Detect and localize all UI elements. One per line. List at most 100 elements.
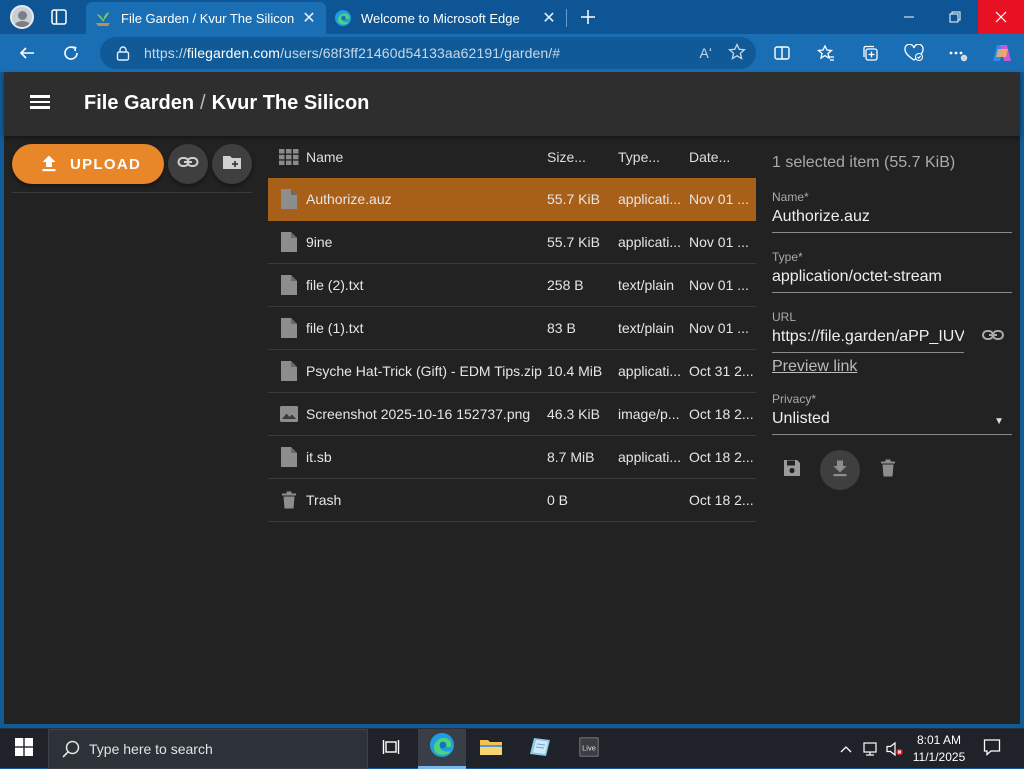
tab-actions-icon[interactable] bbox=[50, 8, 68, 26]
close-icon[interactable]: ✕ bbox=[296, 5, 322, 31]
tab-welcome-edge[interactable]: Welcome to Microsoft Edge ✕ bbox=[326, 2, 566, 34]
start-button[interactable] bbox=[0, 729, 48, 769]
breadcrumb-user[interactable]: Kvur The Silicon bbox=[212, 92, 370, 114]
table-row[interactable]: Psyche Hat-Trick (Gift) - EDM Tips.zip 10… bbox=[268, 350, 756, 393]
taskbar-clock[interactable]: 8:01 AM 11/1/2025 bbox=[906, 732, 972, 766]
volume-muted-icon[interactable] bbox=[884, 729, 906, 769]
edge-favicon-icon bbox=[334, 9, 352, 27]
taskbar-edge[interactable] bbox=[418, 729, 466, 769]
notebook-icon bbox=[528, 736, 552, 763]
favorite-star-icon[interactable] bbox=[728, 42, 746, 64]
collections-icon[interactable] bbox=[848, 38, 892, 68]
taskbar-notes-app[interactable] bbox=[516, 729, 564, 769]
file-date: Nov 01 ... bbox=[689, 277, 749, 293]
menu-icon[interactable] bbox=[28, 92, 52, 116]
file-type: applicati... bbox=[618, 191, 682, 207]
tab-file-garden[interactable]: File Garden / Kvur The Silicon ✕ bbox=[86, 2, 326, 34]
file-date: Oct 18 2... bbox=[689, 492, 754, 508]
file-name: Screenshot 2025-10-16 152737.png bbox=[306, 406, 531, 422]
favorites-icon[interactable] bbox=[804, 38, 848, 68]
trash-icon bbox=[880, 459, 896, 482]
taskbar-live-app[interactable]: Live bbox=[565, 729, 613, 769]
folder-icon bbox=[479, 737, 503, 762]
taskbar-file-explorer[interactable] bbox=[467, 729, 515, 769]
file-name: Trash bbox=[306, 492, 342, 508]
privacy-field-value[interactable]: Unlisted bbox=[772, 410, 1012, 435]
table-row[interactable]: file (2).txt 258 B text/plain Nov 01 ... bbox=[268, 264, 756, 307]
dropdown-arrow-icon[interactable]: ▼ bbox=[994, 416, 1004, 427]
new-tab-button[interactable] bbox=[574, 4, 602, 30]
column-header-size[interactable]: Size... bbox=[547, 149, 618, 165]
close-icon[interactable]: ✕ bbox=[536, 5, 562, 31]
name-field-value[interactable]: Authorize.auz bbox=[772, 208, 1012, 233]
task-view-button[interactable] bbox=[368, 729, 416, 769]
table-row[interactable]: 9ine 55.7 KiB applicati... Nov 01 ... bbox=[268, 221, 756, 264]
taskbar: Type here to search Live 8:01 AM 11/1/20… bbox=[0, 728, 1024, 769]
file-type: applicati... bbox=[618, 363, 682, 379]
notifications-button[interactable] bbox=[978, 729, 1006, 769]
copilot-icon[interactable] bbox=[980, 38, 1024, 68]
more-options-icon[interactable]: ↑ bbox=[936, 38, 980, 68]
file-icon bbox=[268, 447, 306, 467]
column-header-date[interactable]: Date... bbox=[689, 149, 756, 165]
refresh-button[interactable] bbox=[56, 38, 86, 68]
file-name: it.sb bbox=[306, 449, 332, 465]
preview-link[interactable]: Preview link bbox=[772, 358, 857, 376]
taskbar-search[interactable]: Type here to search bbox=[48, 729, 368, 769]
table-row[interactable]: file (1).txt 83 B text/plain Nov 01 ... bbox=[268, 307, 756, 350]
clock-date: 11/1/2025 bbox=[912, 750, 966, 764]
show-hidden-icons-button[interactable] bbox=[836, 729, 856, 769]
file-date: Nov 01 ... bbox=[689, 234, 749, 250]
back-button[interactable] bbox=[12, 38, 42, 68]
table-row[interactable]: Authorize.auz 55.7 KiB applicati... Nov 01 … bbox=[268, 178, 756, 221]
privacy-select[interactable]: Privacy* Unlisted ▼ bbox=[772, 392, 1012, 435]
file-icon bbox=[268, 275, 306, 295]
file-size: 0 B bbox=[547, 492, 569, 508]
clock-time: 8:01 AM bbox=[916, 733, 962, 747]
table-row[interactable]: Trash 0 B Oct 18 2... bbox=[268, 479, 756, 522]
delete-button[interactable] bbox=[868, 450, 908, 490]
file-date: Oct 31 2... bbox=[689, 363, 754, 379]
type-field-value[interactable]: application/octet-stream bbox=[772, 268, 1012, 293]
save-button[interactable] bbox=[772, 450, 812, 490]
url-host: filegarden.com bbox=[186, 45, 281, 61]
file-date: Oct 18 2... bbox=[689, 406, 754, 422]
file-type: image/p... bbox=[618, 406, 680, 422]
file-size: 258 B bbox=[547, 277, 584, 293]
close-window-button[interactable] bbox=[978, 0, 1024, 34]
tab-separator bbox=[566, 9, 567, 27]
divider bbox=[12, 192, 252, 193]
download-icon bbox=[831, 459, 849, 482]
lock-icon[interactable] bbox=[116, 45, 130, 61]
type-field[interactable]: Type* application/octet-stream bbox=[772, 250, 1012, 293]
table-row[interactable]: Screenshot 2025-10-16 152737.png 46.3 KiB… bbox=[268, 393, 756, 436]
network-icon[interactable] bbox=[860, 729, 882, 769]
app-name[interactable]: File Garden bbox=[84, 92, 194, 114]
upload-button[interactable]: UPLOAD bbox=[12, 144, 164, 184]
add-link-button[interactable] bbox=[168, 144, 208, 184]
grid-view-icon[interactable] bbox=[268, 149, 306, 165]
copy-link-icon[interactable] bbox=[982, 328, 1004, 347]
app-bar: File Garden / Kvur The Silicon bbox=[4, 72, 1020, 136]
profile-button[interactable] bbox=[8, 4, 36, 30]
column-header-name[interactable]: Name bbox=[306, 149, 547, 165]
restore-button[interactable] bbox=[932, 0, 978, 34]
new-folder-button[interactable] bbox=[212, 144, 252, 184]
url-field[interactable]: URL https://file.garden/aPP_IUVd bbox=[772, 310, 964, 353]
minimize-button[interactable] bbox=[886, 0, 932, 34]
name-field[interactable]: Name* Authorize.auz bbox=[772, 190, 1012, 233]
save-icon bbox=[782, 458, 802, 483]
browser-essentials-icon[interactable] bbox=[892, 38, 936, 68]
address-bar[interactable]: https://filegarden.com/users/68f3ff21460… bbox=[100, 37, 756, 69]
avatar bbox=[10, 5, 34, 29]
file-type: text/plain bbox=[618, 277, 675, 293]
read-aloud-icon[interactable]: Aʻ bbox=[700, 45, 712, 61]
url-field-value[interactable]: https://file.garden/aPP_IUVd bbox=[772, 328, 964, 353]
download-button[interactable] bbox=[820, 450, 860, 490]
privacy-field-label: Privacy* bbox=[772, 392, 817, 406]
browser-toolbar: https://filegarden.com/users/68f3ff21460… bbox=[0, 34, 1024, 72]
file-name: file (1).txt bbox=[306, 320, 364, 336]
split-screen-icon[interactable] bbox=[760, 38, 804, 68]
table-row[interactable]: it.sb 8.7 MiB applicati... Oct 18 2... bbox=[268, 436, 756, 479]
column-header-type[interactable]: Type... bbox=[618, 149, 689, 165]
